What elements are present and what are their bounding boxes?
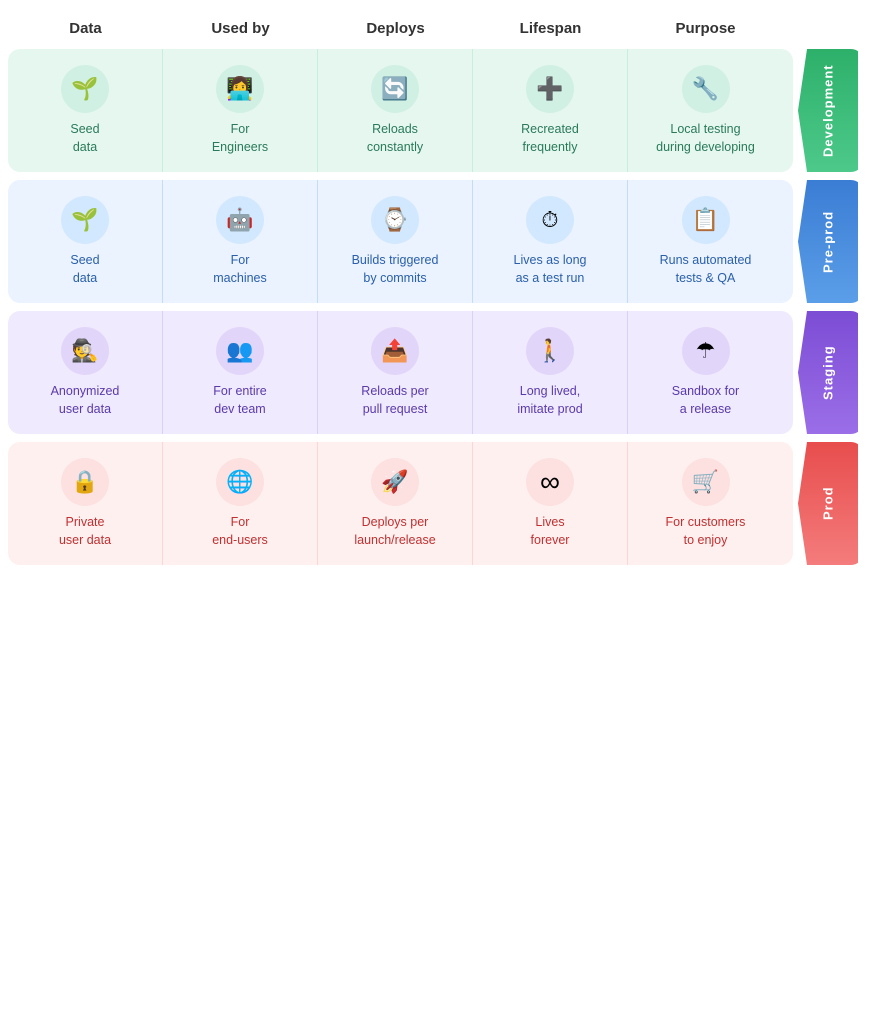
cell-staging-4: ☂ Sandbox for a release <box>628 311 783 434</box>
env-section-prod: 🔒 Private user data 🌐 For end-users 🚀 Deploys… <box>8 442 863 565</box>
cell-icon-prod-3: ∞ <box>526 458 574 506</box>
cell-preprod-4: 📋 Runs automated tests & QA <box>628 180 783 303</box>
env-grid-development: 🌱 Seed data 👩‍💻 For Engineers 🔄 Reloads const… <box>8 49 793 172</box>
cell-icon-preprod-1: 🤖 <box>216 196 264 244</box>
header-col-4: Purpose <box>628 16 783 41</box>
cell-icon-development-1: 👩‍💻 <box>216 65 264 113</box>
cell-label-preprod-0: Seed data <box>70 252 99 287</box>
cell-label-prod-0: Private user data <box>59 514 111 549</box>
header-col-1: Used by <box>163 16 318 41</box>
cell-icon-prod-0: 🔒 <box>61 458 109 506</box>
cell-icon-development-0: 🌱 <box>61 65 109 113</box>
cell-development-4: 🔧 Local testing during developing <box>628 49 783 172</box>
cell-label-development-3: Recreated frequently <box>521 121 579 156</box>
cell-label-staging-3: Long lived, imitate prod <box>517 383 582 418</box>
cell-icon-development-3: ➕ <box>526 65 574 113</box>
env-tab-prod: Prod <box>793 442 863 565</box>
cell-staging-2: 📤 Reloads per pull request <box>318 311 473 434</box>
cell-development-1: 👩‍💻 For Engineers <box>163 49 318 172</box>
cell-label-prod-1: For end-users <box>212 514 268 549</box>
cell-prod-1: 🌐 For end-users <box>163 442 318 565</box>
cell-staging-3: 🚶 Long lived, imitate prod <box>473 311 628 434</box>
cell-icon-preprod-2: ⌚ <box>371 196 419 244</box>
env-tab-label-preprod: Pre-prod <box>798 180 858 303</box>
cell-label-prod-3: Lives forever <box>531 514 570 549</box>
env-section-development: 🌱 Seed data 👩‍💻 For Engineers 🔄 Reloads const… <box>8 49 863 172</box>
cell-prod-3: ∞ Lives forever <box>473 442 628 565</box>
cell-icon-staging-4: ☂ <box>682 327 730 375</box>
cell-icon-prod-4: 🛒 <box>682 458 730 506</box>
cell-staging-1: 👥 For entire dev team <box>163 311 318 434</box>
cell-icon-preprod-3: ⏱ <box>526 196 574 244</box>
cell-label-prod-4: For customers to enjoy <box>666 514 746 549</box>
cell-icon-staging-0: 🕵️ <box>61 327 109 375</box>
env-tab-preprod: Pre-prod <box>793 180 863 303</box>
cell-preprod-1: 🤖 For machines <box>163 180 318 303</box>
cell-icon-prod-1: 🌐 <box>216 458 264 506</box>
cell-preprod-3: ⏱ Lives as long as a test run <box>473 180 628 303</box>
header-col-0: Data <box>8 16 163 41</box>
cell-icon-prod-2: 🚀 <box>371 458 419 506</box>
env-section-preprod: 🌱 Seed data 🤖 For machines ⌚ Builds triggered… <box>8 180 863 303</box>
cell-label-staging-4: Sandbox for a release <box>672 383 739 418</box>
cell-icon-preprod-4: 📋 <box>682 196 730 244</box>
cell-label-staging-0: Anonymized user data <box>51 383 120 418</box>
cell-preprod-0: 🌱 Seed data <box>8 180 163 303</box>
env-tab-label-staging: Staging <box>798 311 858 434</box>
cell-icon-development-2: 🔄 <box>371 65 419 113</box>
cell-label-preprod-4: Runs automated tests & QA <box>660 252 752 287</box>
header-row: DataUsed byDeploysLifespanPurpose <box>8 16 863 41</box>
cell-label-staging-1: For entire dev team <box>213 383 267 418</box>
env-grid-prod: 🔒 Private user data 🌐 For end-users 🚀 Deploys… <box>8 442 793 565</box>
main-container: DataUsed byDeploysLifespanPurpose 🌱 Seed … <box>0 0 871 589</box>
cell-label-prod-2: Deploys per launch/release <box>354 514 435 549</box>
env-tab-label-development: Development <box>798 49 858 172</box>
header-col-2: Deploys <box>318 16 473 41</box>
cell-label-development-2: Reloads constantly <box>367 121 423 156</box>
cell-icon-preprod-0: 🌱 <box>61 196 109 244</box>
env-tab-staging: Staging <box>793 311 863 434</box>
cell-label-development-4: Local testing during developing <box>656 121 755 156</box>
cell-label-preprod-1: For machines <box>213 252 267 287</box>
cell-staging-0: 🕵️ Anonymized user data <box>8 311 163 434</box>
cell-prod-2: 🚀 Deploys per launch/release <box>318 442 473 565</box>
cell-preprod-2: ⌚ Builds triggered by commits <box>318 180 473 303</box>
env-tab-label-prod: Prod <box>798 442 858 565</box>
cell-development-3: ➕ Recreated frequently <box>473 49 628 172</box>
env-section-staging: 🕵️ Anonymized user data 👥 For entire dev te… <box>8 311 863 434</box>
cell-icon-staging-3: 🚶 <box>526 327 574 375</box>
cell-icon-staging-1: 👥 <box>216 327 264 375</box>
env-tab-development: Development <box>793 49 863 172</box>
cell-prod-0: 🔒 Private user data <box>8 442 163 565</box>
cell-development-2: 🔄 Reloads constantly <box>318 49 473 172</box>
header-col-3: Lifespan <box>473 16 628 41</box>
env-grid-staging: 🕵️ Anonymized user data 👥 For entire dev te… <box>8 311 793 434</box>
header-col-5 <box>783 16 853 41</box>
cell-development-0: 🌱 Seed data <box>8 49 163 172</box>
cell-label-development-0: Seed data <box>70 121 99 156</box>
cell-prod-4: 🛒 For customers to enjoy <box>628 442 783 565</box>
cell-icon-development-4: 🔧 <box>682 65 730 113</box>
cell-label-staging-2: Reloads per pull request <box>361 383 428 418</box>
cell-label-preprod-2: Builds triggered by commits <box>352 252 439 287</box>
cell-label-development-1: For Engineers <box>212 121 268 156</box>
cell-label-preprod-3: Lives as long as a test run <box>514 252 587 287</box>
cell-icon-staging-2: 📤 <box>371 327 419 375</box>
env-grid-preprod: 🌱 Seed data 🤖 For machines ⌚ Builds triggered… <box>8 180 793 303</box>
